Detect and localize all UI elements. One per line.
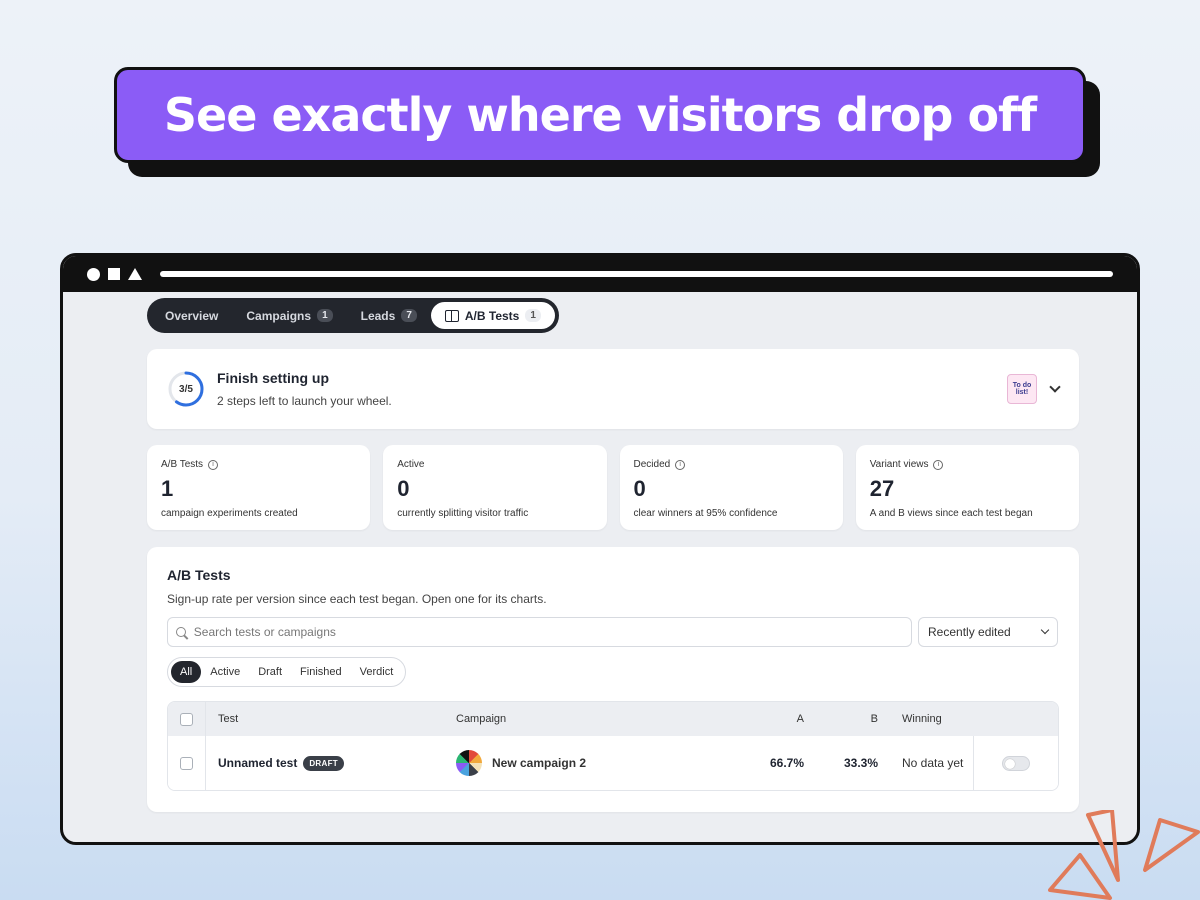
stat-card-ab-tests: A/B Tests i 1 campaign experiments create… — [147, 445, 371, 530]
filter-active[interactable]: Active — [201, 661, 249, 683]
header-toggle-cell — [973, 702, 1058, 736]
sort-value: Recently edited — [928, 625, 1011, 639]
stat-label: A/B Tests i — [161, 459, 356, 470]
tab-label: Overview — [165, 308, 219, 323]
status-filter: All Active Draft Finished Verdict — [167, 657, 407, 687]
variant-a-rate: 66.7% — [769, 756, 804, 770]
filter-finished[interactable]: Finished — [291, 661, 351, 683]
tests-subtitle: Sign-up rate per version since each test… — [167, 592, 547, 606]
column-header-campaign[interactable]: Campaign — [456, 713, 756, 725]
chevron-down-icon[interactable] — [1049, 381, 1061, 393]
window-titlebar — [63, 256, 1137, 292]
setup-actions: To do list! — [1007, 374, 1061, 404]
browser-window: Overview Campaigns 1 Leads 7 A/B Tests 1 — [60, 253, 1140, 845]
stat-label: Active — [397, 459, 592, 470]
setup-subtitle: 2 steps left to launch your wheel. — [217, 394, 392, 408]
info-icon[interactable]: i — [675, 459, 686, 470]
progress-label: 3/5 — [179, 383, 193, 395]
row-checkbox[interactable] — [180, 756, 193, 770]
tests-title: A/B Tests — [167, 567, 231, 583]
tab-bar: Overview Campaigns 1 Leads 7 A/B Tests 1 — [147, 298, 559, 333]
test-cell: Unnamed test DRAFT — [206, 755, 456, 771]
tab-label: A/B Tests — [464, 308, 520, 323]
stat-description: clear winners at 95% confidence — [633, 508, 778, 519]
test-toggle[interactable] — [1002, 755, 1030, 771]
search-row: Recently edited — [167, 617, 1059, 647]
tab-count-badge: 7 — [401, 309, 417, 322]
stat-label-text: Active — [397, 459, 425, 470]
campaign-name[interactable]: New campaign 2 — [492, 756, 586, 770]
tab-ab-tests[interactable]: A/B Tests 1 — [430, 302, 555, 329]
square-icon — [108, 268, 120, 280]
search-box — [167, 617, 912, 647]
wheel-icon — [456, 750, 482, 776]
progress-ring: 3/5 — [167, 370, 205, 408]
tab-label: Campaigns — [246, 308, 312, 323]
setup-title: Finish setting up — [217, 370, 329, 386]
filter-draft[interactable]: Draft — [249, 661, 291, 683]
stats-row: A/B Tests i 1 campaign experiments create… — [147, 445, 1079, 530]
setup-card[interactable]: 3/5 Finish setting up 2 steps left to la… — [147, 349, 1079, 429]
stat-label-text: A/B Tests — [161, 459, 204, 470]
table-row[interactable]: Unnamed test DRAFT New campaign 2 66.7% … — [168, 736, 1058, 790]
setup-text: Finish setting up 2 steps left to launch… — [217, 370, 392, 408]
stat-label-text: Decided — [633, 459, 671, 470]
stat-value: 1 — [161, 476, 174, 501]
variant-b-rate: 33.3% — [843, 756, 878, 770]
circle-icon — [87, 267, 100, 281]
column-header-winning[interactable]: Winning — [878, 713, 973, 725]
search-icon — [176, 627, 186, 637]
toggle-cell — [973, 736, 1058, 790]
column-header-b[interactable]: B — [804, 713, 878, 725]
stat-label-text: Variant views — [869, 459, 929, 470]
select-all-checkbox[interactable] — [180, 712, 193, 726]
tests-table: Test Campaign A B Winning Unnamed test D… — [167, 701, 1059, 791]
stat-value: 27 — [869, 476, 895, 501]
stat-value: 0 — [397, 476, 410, 501]
triangle-shape — [1143, 818, 1200, 872]
tab-campaigns[interactable]: Campaigns 1 — [232, 302, 346, 329]
sort-dropdown[interactable]: Recently edited — [918, 617, 1058, 647]
split-test-icon — [444, 309, 459, 322]
stat-card-variant-views: Variant views i 27 A and B views since ea… — [855, 445, 1079, 530]
address-bar — [160, 271, 1113, 277]
filter-verdict[interactable]: Verdict — [351, 661, 403, 683]
filter-all[interactable]: All — [171, 661, 202, 683]
headline-banner: See exactly where visitors drop off — [114, 67, 1100, 177]
stat-description: A and B views since each test began — [869, 508, 1033, 519]
winning-value: No data yet — [902, 756, 964, 770]
header-checkbox-cell — [168, 702, 206, 736]
chevron-down-icon — [1040, 625, 1050, 635]
todo-list-icon: To do list! — [1007, 374, 1037, 404]
stat-card-decided: Decided i 0 clear winners at 95% confiden… — [619, 445, 843, 530]
ab-tests-card: A/B Tests Sign-up rate per version since… — [147, 547, 1079, 812]
tab-count-badge: 1 — [317, 309, 333, 322]
headline-text: See exactly where visitors drop off — [163, 88, 1037, 142]
search-input[interactable] — [193, 625, 903, 639]
triangle-shape — [1048, 853, 1112, 900]
campaign-cell: New campaign 2 — [456, 750, 756, 776]
stat-card-active: Active 0 currently splitting visitor tra… — [383, 445, 607, 530]
tab-label: Leads — [360, 308, 396, 323]
stat-label: Decided i — [634, 459, 829, 470]
column-header-a[interactable]: A — [756, 713, 804, 725]
info-icon[interactable]: i — [933, 459, 944, 470]
stat-description: currently splitting visitor traffic — [397, 508, 529, 519]
row-checkbox-cell — [168, 736, 206, 790]
banner-box: See exactly where visitors drop off — [114, 67, 1086, 163]
stat-description: campaign experiments created — [161, 508, 298, 519]
tab-count-badge: 1 — [525, 309, 541, 322]
tab-leads[interactable]: Leads 7 — [347, 302, 431, 329]
column-header-test[interactable]: Test — [206, 713, 456, 725]
stat-label: Variant views i — [870, 459, 1065, 470]
test-name[interactable]: Unnamed test — [218, 756, 297, 770]
info-icon[interactable]: i — [208, 459, 219, 470]
status-badge: DRAFT — [303, 755, 344, 771]
stat-value: 0 — [633, 476, 646, 501]
table-header: Test Campaign A B Winning — [168, 702, 1058, 736]
decorative-shapes — [1048, 810, 1200, 900]
tab-overview[interactable]: Overview — [151, 302, 232, 329]
triangle-icon — [128, 268, 142, 280]
